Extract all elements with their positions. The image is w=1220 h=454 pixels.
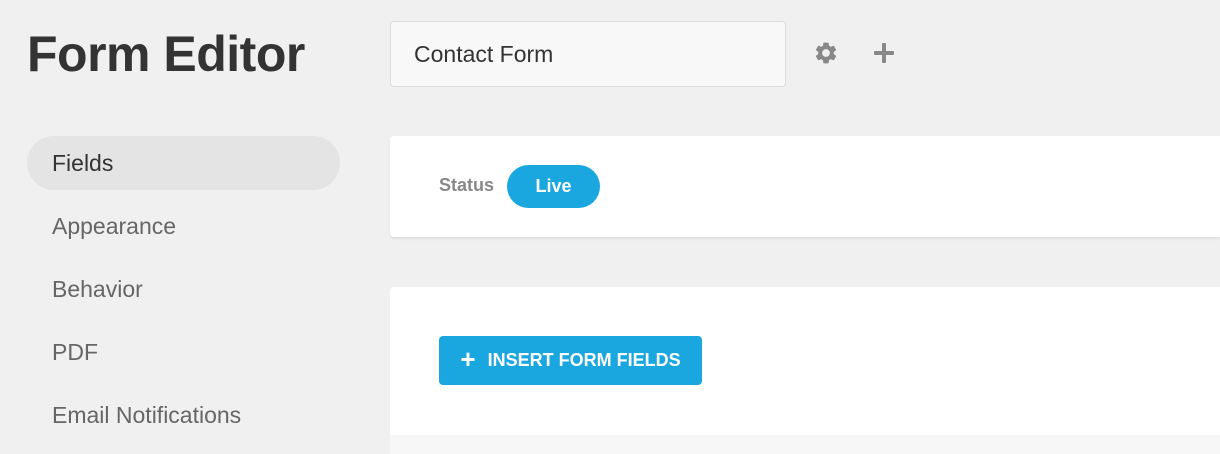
plus-icon: + — [460, 344, 476, 374]
sidebar-item-label: PDF — [52, 338, 98, 365]
page-title: Form Editor — [27, 26, 305, 82]
settings-button[interactable] — [811, 38, 841, 68]
insert-form-fields-button[interactable]: + INSERT FORM FIELDS — [439, 336, 702, 385]
sidebar-item-behavior[interactable]: Behavior — [27, 262, 340, 316]
insert-form-fields-label: INSERT FORM FIELDS — [487, 350, 681, 370]
plus-icon — [874, 43, 894, 63]
sidebar-item-label: Behavior — [52, 275, 143, 302]
status-card: Status Live — [390, 136, 1220, 237]
form-editor-page: Form Editor Fields Appearance Behavior P… — [0, 0, 1220, 454]
sidebar-item-label: Fields — [52, 149, 114, 176]
sidebar-item-pdf[interactable]: PDF — [27, 325, 340, 379]
sidebar-item-fields[interactable]: Fields — [27, 136, 340, 190]
status-toggle[interactable]: Live — [507, 165, 600, 208]
sidebar-item-label: Email Notifications — [52, 401, 242, 428]
status-label: Status — [439, 175, 495, 195]
form-name-input[interactable] — [390, 21, 786, 87]
form-fields-card: + INSERT FORM FIELDS — [390, 287, 1220, 454]
card-footer-divider — [390, 435, 1220, 454]
sidebar-item-appearance[interactable]: Appearance — [27, 199, 340, 253]
sidebar-nav: Fields Appearance Behavior PDF Email Not… — [27, 136, 340, 451]
sidebar-item-label: Appearance — [52, 212, 177, 239]
gear-icon — [815, 42, 837, 64]
add-form-button[interactable] — [869, 38, 899, 68]
sidebar-item-email-notifications[interactable]: Email Notifications — [27, 388, 340, 442]
